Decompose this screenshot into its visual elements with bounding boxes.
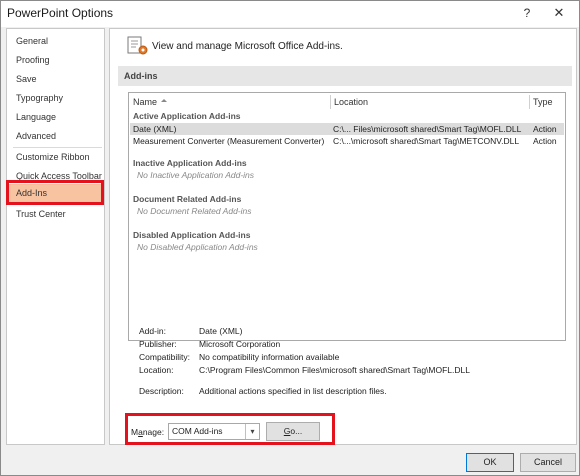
group-title-document: Document Related Add-ins bbox=[133, 194, 242, 204]
options-sidebar: General Proofing Save Typography Languag… bbox=[6, 28, 105, 445]
detail-label: Location: bbox=[139, 365, 174, 375]
sidebar-item-proofing[interactable]: Proofing bbox=[9, 51, 104, 69]
close-button[interactable]: ✕ bbox=[549, 4, 569, 22]
row-name: Measurement Converter (Measurement Conve… bbox=[133, 136, 325, 146]
sidebar-item-trust-center[interactable]: Trust Center bbox=[9, 205, 104, 223]
add-ins-header: View and manage Microsoft Office Add-ins… bbox=[152, 41, 343, 52]
detail-label: Compatibility: bbox=[139, 352, 191, 362]
add-ins-highlight-box bbox=[6, 180, 104, 205]
detail-value: Microsoft Corporation bbox=[199, 339, 281, 349]
detail-label: Add-in: bbox=[139, 326, 166, 336]
add-ins-section-header: Add-ins bbox=[118, 66, 572, 86]
help-button[interactable]: ? bbox=[517, 4, 537, 22]
add-ins-panel: View and manage Microsoft Office Add-ins… bbox=[109, 28, 577, 445]
add-ins-gear-icon bbox=[127, 36, 148, 55]
column-divider[interactable] bbox=[330, 95, 331, 109]
options-window: PowerPoint Options ? ✕ General Proofing … bbox=[0, 0, 580, 476]
sidebar-item-general[interactable]: General bbox=[9, 32, 104, 50]
table-row[interactable]: Date (XML) C:\... Files\microsoft shared… bbox=[130, 123, 564, 135]
detail-value: Date (XML) bbox=[199, 326, 243, 336]
table-row[interactable]: Measurement Converter (Measurement Conve… bbox=[130, 135, 564, 147]
detail-label: Publisher: bbox=[139, 339, 177, 349]
sidebar-item-customize-ribbon[interactable]: Customize Ribbon bbox=[9, 148, 104, 166]
group-title-disabled: Disabled Application Add-ins bbox=[133, 230, 251, 240]
title-bar: PowerPoint Options ? ✕ bbox=[1, 1, 579, 27]
sidebar-item-typography[interactable]: Typography bbox=[9, 89, 104, 107]
group-title-inactive: Inactive Application Add-ins bbox=[133, 158, 247, 168]
group-empty-disabled: No Disabled Application Add-ins bbox=[137, 242, 258, 252]
window-title: PowerPoint Options bbox=[7, 6, 114, 20]
section-title: Add-ins bbox=[124, 71, 158, 81]
sidebar-item-advanced[interactable]: Advanced bbox=[9, 127, 104, 145]
row-name: Date (XML) bbox=[133, 124, 177, 134]
sidebar-item-save[interactable]: Save bbox=[9, 70, 104, 88]
column-header-type[interactable]: Type bbox=[533, 95, 553, 109]
cancel-button[interactable]: Cancel bbox=[520, 453, 576, 472]
column-header-name[interactable]: Name bbox=[133, 95, 157, 109]
add-ins-table: Name Location Type Active Application Ad… bbox=[128, 92, 566, 341]
row-type: Action bbox=[533, 124, 557, 134]
ok-button[interactable]: OK bbox=[466, 453, 514, 472]
sort-ascending-icon bbox=[161, 99, 167, 102]
column-header-location[interactable]: Location bbox=[334, 95, 368, 109]
detail-label: Description: bbox=[139, 386, 184, 396]
row-location: C:\... Files\microsoft shared\Smart Tag\… bbox=[333, 124, 522, 134]
row-type: Action bbox=[533, 136, 557, 146]
group-empty-document: No Document Related Add-ins bbox=[137, 206, 252, 216]
group-empty-inactive: No Inactive Application Add-ins bbox=[137, 170, 255, 180]
manage-highlight-box bbox=[125, 413, 335, 445]
detail-value: No compatibility information available bbox=[199, 352, 340, 362]
row-location: C:\...\microsoft shared\Smart Tag\METCON… bbox=[333, 136, 520, 146]
detail-value: C:\Program Files\Common Files\microsoft … bbox=[199, 365, 470, 375]
group-title-active: Active Application Add-ins bbox=[133, 111, 241, 121]
detail-value: Additional actions specified in list des… bbox=[199, 386, 387, 396]
column-divider[interactable] bbox=[529, 95, 530, 109]
sidebar-item-language[interactable]: Language bbox=[9, 108, 104, 126]
